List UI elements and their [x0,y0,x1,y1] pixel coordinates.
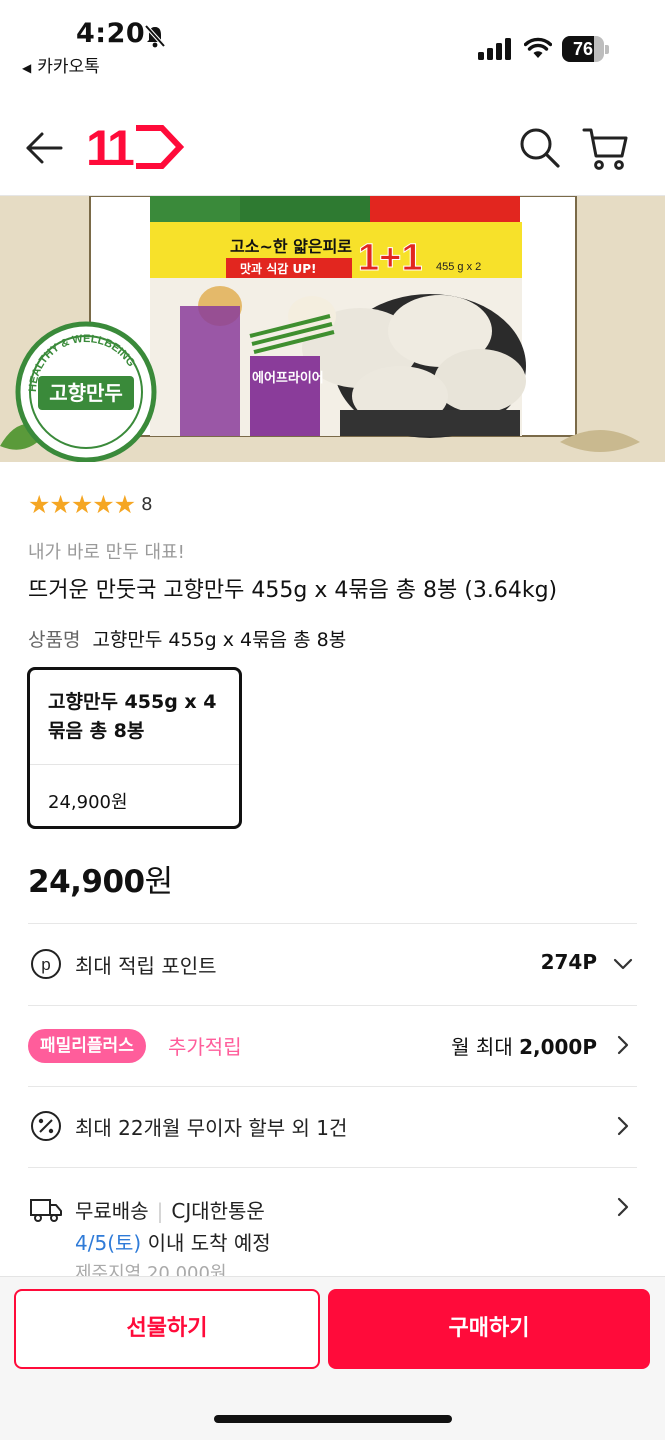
product-price: 24,900원 [28,856,173,901]
family-max-points: 월 최대 2,000P [451,1031,597,1060]
svg-text:455 g x 2: 455 g x 2 [436,261,481,273]
option-card-selected[interactable]: 고향만두 455g x 4묶음 총 8봉 24,900원 [27,667,242,829]
shipping-estimate: 4/5(토) 이내 도착 예정 [75,1227,271,1256]
product-subtitle: 내가 바로 만두 대표! [28,542,185,563]
rating-count: 8 [141,494,153,515]
back-to-app-link[interactable]: ◀ 카카오톡 [22,52,100,77]
back-arrow-icon[interactable] [24,128,64,168]
eleven-street-logo[interactable]: 11 [86,122,186,172]
home-indicator[interactable] [214,1415,452,1423]
product-option-row: 상품명 고향만두 455g x 4묶음 총 8봉 [28,625,346,652]
shipping-info: 무료배송 | CJ대한통운 [75,1199,265,1223]
shipping-date-suffix: 이내 도착 예정 [147,1231,271,1255]
option-value: 고향만두 455g x 4묶음 총 8봉 [92,629,347,651]
points-value: 274P [540,950,597,974]
search-icon[interactable] [518,126,562,170]
product-image[interactable]: 고소~한 얇은피로 맛과 식감 UP! 1+1 455 g x 2 에어프라이어… [0,196,665,462]
battery-level: 76 [572,39,594,59]
family-prefix: 월 최대 [451,1035,513,1059]
points-row[interactable]: p 최대 적립 포인트 274P [28,924,637,1004]
price-unit: 원 [144,864,174,900]
installment-row[interactable]: 최대 22개월 무이자 할부 외 1건 [28,1086,637,1166]
back-triangle-icon: ◀ [22,61,32,75]
family-value: 2,000P [519,1035,597,1059]
shipping-type: 무료배송 [75,1199,149,1223]
point-p-icon: p [31,949,61,979]
product-title: 뜨거운 만둣국 고향만두 455g x 4묶음 총 8봉 (3.64kg) [28,578,558,603]
gift-button[interactable]: 선물하기 [14,1289,320,1369]
status-bar: 4:20 ◀ 카카오톡 76 [0,0,665,90]
chevron-right-icon [617,1035,629,1055]
svg-text:고향만두: 고향만두 [49,381,123,405]
points-label: 최대 적립 포인트 [75,954,217,978]
wifi-icon [524,37,552,58]
logo-text: 11 [86,122,134,172]
family-extra-label: 추가적립 [168,1035,242,1059]
product-rating[interactable]: ★★★★★ 8 [28,490,153,519]
option-label: 상품명 [28,629,81,651]
option-card-divider [30,764,239,765]
chevron-right-icon [617,1197,629,1217]
price-value: 24,900 [28,864,145,900]
percent-icon [31,1111,61,1141]
family-plus-badge: 패밀리플러스 [28,1029,146,1063]
delivery-truck-icon [30,1199,62,1222]
family-plus-row[interactable]: 패밀리플러스 추가적립 월 최대 2,000P [28,1005,637,1085]
svg-text:1+1: 1+1 [358,237,422,279]
battery-indicator: 76 [562,36,610,62]
cart-icon[interactable] [582,124,630,172]
svg-text:에어프라이어: 에어프라이어 [252,370,324,386]
installment-label: 최대 22개월 무이자 할부 외 1건 [75,1116,348,1140]
option-card-name: 고향만두 455g x 4묶음 총 8봉 [48,691,217,742]
bell-muted-icon [144,24,166,48]
shipping-note: 제주지역 20,000원 [75,1263,227,1277]
svg-text:고소~한 얇은피로: 고소~한 얇은피로 [230,237,352,256]
rating-stars: ★★★★★ [28,490,136,519]
shipping-row[interactable]: 무료배송 | CJ대한통운 4/5(토) 이내 도착 예정 제주지역 20,000원 [28,1167,637,1277]
chevron-down-icon [613,958,633,970]
app-header: 11 [0,100,665,196]
back-app-label: 카카오톡 [37,57,100,77]
product-photo: 고소~한 얇은피로 맛과 식감 UP! 1+1 455 g x 2 에어프라이어… [0,196,665,462]
shipping-carrier: CJ대한통운 [171,1199,265,1223]
shipping-date: 4/5(토) [75,1231,142,1255]
status-time: 4:20 [76,18,146,49]
buy-button[interactable]: 구매하기 [328,1289,650,1369]
option-card-price: 24,900원 [48,792,128,813]
cellular-signal-icon [478,38,511,60]
svg-text:맛과 식감 UP!: 맛과 식감 UP! [240,261,317,276]
chevron-right-icon [617,1116,629,1136]
svg-text:p: p [41,955,50,974]
